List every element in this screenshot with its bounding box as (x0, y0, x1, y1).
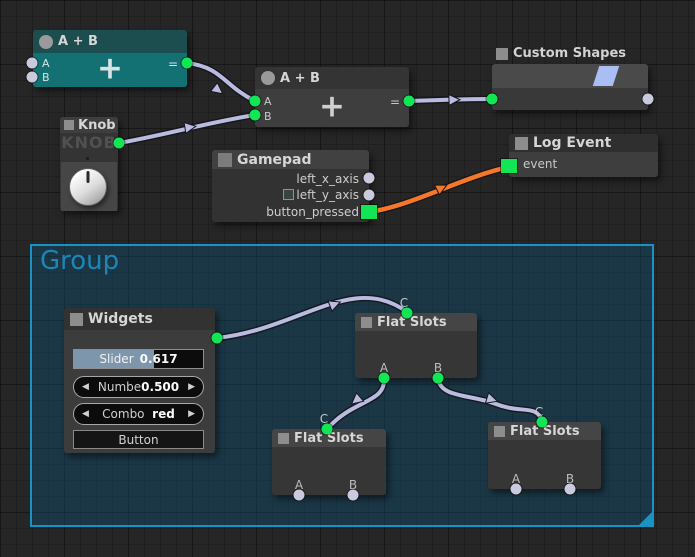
node-flat-slots-left[interactable]: Flat Slots A B (272, 429, 386, 495)
node-custom-shapes[interactable] (492, 64, 648, 110)
slider-text: Slider0.617 (74, 350, 203, 368)
wire-arrow-orange (435, 180, 450, 195)
arrow-left-icon[interactable]: ◀ (82, 409, 89, 419)
button-widget[interactable]: Button (73, 430, 204, 449)
node-log-event[interactable]: Log Event event (509, 134, 658, 177)
arrow-right-icon[interactable]: ▶ (188, 409, 195, 419)
combo-widget[interactable]: ◀ Combo red ▶ (73, 403, 204, 425)
pin-gamepad-left-x-axis[interactable] (364, 173, 375, 184)
pin-flat-left-b[interactable] (348, 490, 359, 501)
output-left-x-axis: left_x_axis (296, 172, 359, 186)
node-type-square-icon (218, 153, 232, 167)
group-label: Group (40, 246, 119, 276)
knob-tick-dot (86, 157, 89, 160)
node-title: Flat Slots (377, 315, 447, 330)
parallelogram-shape (593, 66, 619, 86)
pin-flat-left-c[interactable] (322, 424, 333, 435)
node-type-square-icon (64, 120, 74, 130)
checkbox-icon[interactable] (283, 189, 294, 200)
node-flat-slots-top[interactable]: Flat Slots A B (355, 313, 477, 378)
node-flat-slots-right[interactable]: Flat Slots A B (488, 422, 601, 489)
node-type-square-icon (515, 137, 528, 150)
pin-custom-shapes-input[interactable] (487, 94, 498, 105)
pin-gamepad-left-y-axis[interactable] (364, 190, 375, 201)
slider-widget[interactable]: Slider0.617 (73, 349, 204, 369)
node-type-square-icon (494, 426, 505, 437)
pin-add2-output[interactable] (404, 96, 415, 107)
wire-arrow (449, 94, 460, 105)
pin-add1-output[interactable] (182, 58, 193, 69)
node-editor-canvas[interactable]: { "colors": { "selected_node_teal": "#14… (0, 0, 695, 557)
number-drag-widget[interactable]: ◀ Numbe0.500 ▶ (73, 376, 204, 398)
node-add[interactable]: A + B A B + = (255, 67, 409, 127)
output-equals-label: = (390, 95, 400, 109)
node-knob[interactable]: Knob KNOB (60, 117, 118, 211)
wire-add1-to-add2[interactable] (187, 63, 255, 101)
pin-widgets-output[interactable] (212, 333, 223, 344)
output-button-pressed: button_pressed (266, 205, 359, 219)
group-resize-handle[interactable] (639, 512, 652, 525)
pin-flat-top-b[interactable] (433, 373, 444, 384)
arrow-right-icon[interactable]: ▶ (188, 382, 195, 392)
pin-flat-right-c[interactable] (537, 417, 548, 428)
node-title: A + B (58, 34, 98, 49)
input-event-label: event (523, 157, 557, 171)
pin-add2-input-a[interactable] (250, 96, 261, 107)
pin-flat-top-a[interactable] (379, 373, 390, 384)
knob-indicator (87, 171, 90, 183)
combo-text: Combo red (89, 407, 188, 421)
node-widgets[interactable]: Widgets Slider0.617 ◀ Numbe0.500 ▶ ◀ Com… (64, 308, 215, 453)
node-type-circle-icon (261, 71, 275, 85)
node-title: Log Event (533, 135, 611, 151)
operator-plus: + (255, 91, 409, 122)
pin-gamepad-button-pressed[interactable] (361, 205, 377, 219)
output-equals-label: = (168, 57, 178, 71)
pin-add1-input-a[interactable] (27, 58, 38, 69)
node-title: Gamepad (237, 152, 312, 168)
node-title: Custom Shapes (513, 46, 626, 61)
node-title: A + B (280, 71, 320, 86)
wire-arrow (211, 83, 226, 98)
number-text: Numbe0.500 (89, 380, 188, 394)
pin-flat-right-a[interactable] (511, 484, 522, 495)
wire-gamepad-to-log-event[interactable] (369, 167, 509, 212)
node-title: Knob (78, 118, 116, 133)
node-add-selected[interactable]: A + B A B + = (33, 30, 187, 87)
wire-add2-to-custom-shapes[interactable] (409, 99, 492, 101)
pin-flat-left-a[interactable] (294, 490, 305, 501)
output-left-y-axis-row: left_y_axis (283, 188, 359, 202)
pin-knob-output[interactable] (114, 138, 125, 149)
pin-flat-top-c[interactable] (402, 308, 413, 319)
node-type-circle-icon (39, 35, 53, 49)
wire-arrow (184, 121, 197, 134)
node-type-square-icon (278, 433, 289, 444)
knob-display-text: KNOB (60, 133, 118, 152)
pin-flat-right-b[interactable] (565, 484, 576, 495)
pin-add1-input-b[interactable] (27, 72, 38, 83)
node-gamepad[interactable]: Gamepad left_x_axis left_y_axis button_p… (212, 150, 369, 222)
node-type-square-icon (70, 313, 83, 326)
pin-log-event-input[interactable] (501, 159, 517, 173)
custom-shapes-title-row: Custom Shapes (496, 46, 626, 61)
node-type-square-icon (361, 317, 372, 328)
wire-knob-to-add2[interactable] (119, 115, 255, 143)
node-type-square-icon (496, 48, 508, 60)
pin-add2-input-b[interactable] (250, 110, 261, 121)
node-title: Widgets (88, 311, 153, 327)
operator-plus: + (33, 53, 187, 84)
knob-dial[interactable] (69, 168, 107, 206)
pin-custom-shapes-output[interactable] (643, 94, 654, 105)
arrow-left-icon[interactable]: ◀ (82, 382, 89, 392)
